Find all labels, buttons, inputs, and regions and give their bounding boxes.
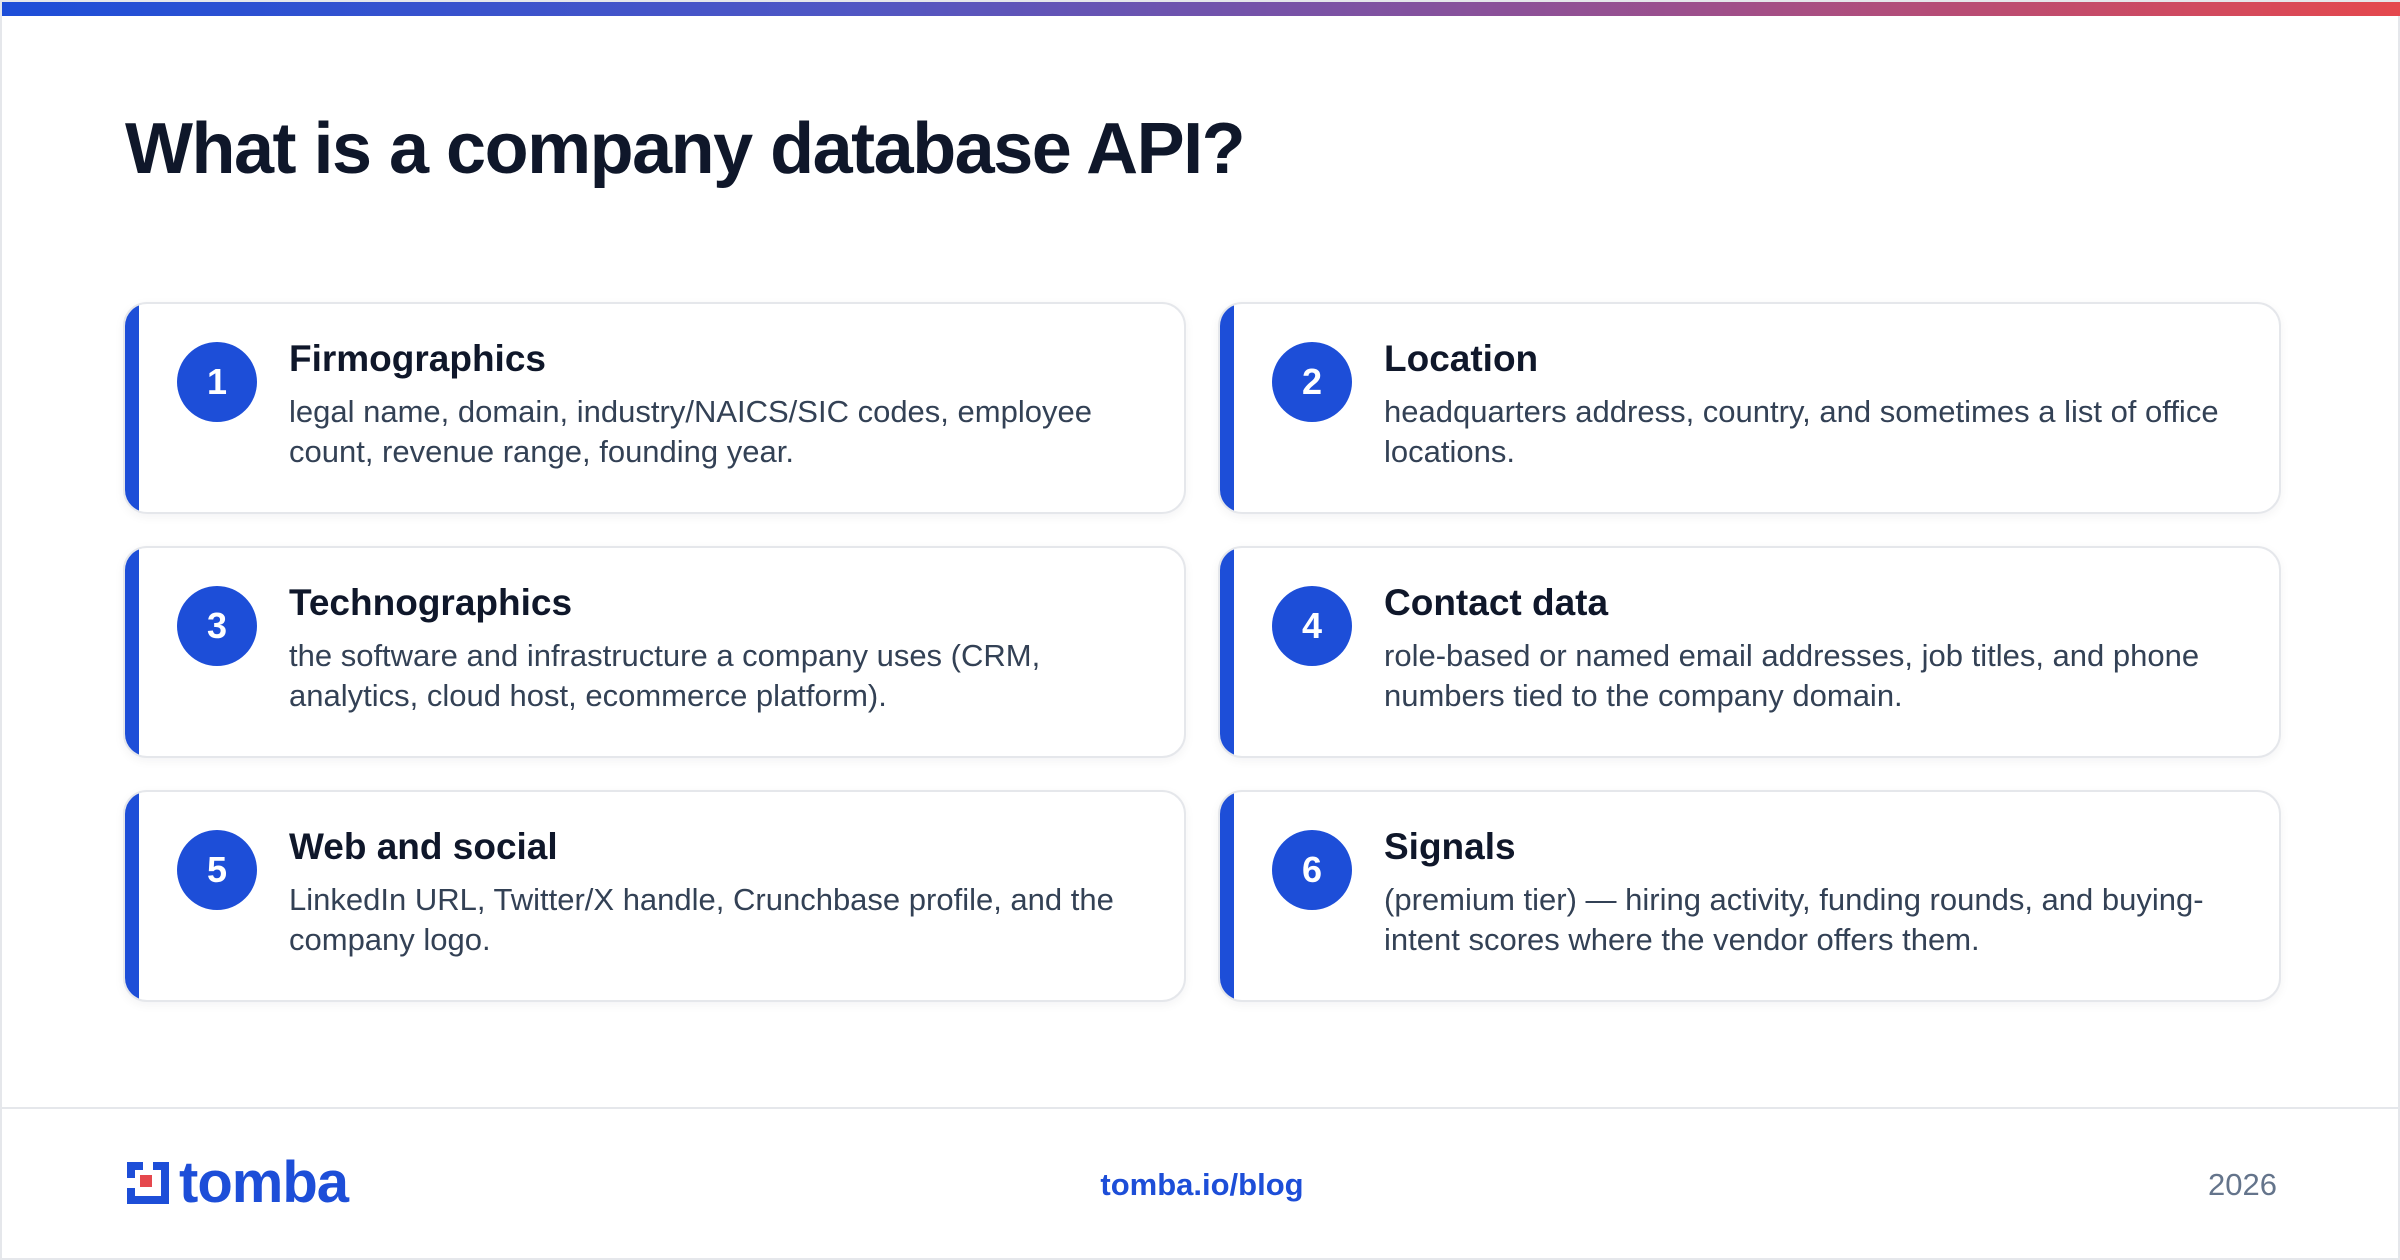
card-title: Web and social (289, 826, 558, 867)
number-badge: 1 (177, 342, 257, 422)
feature-card-contact-data: 4 Contact data role-based or named email… (1218, 546, 2281, 758)
number-badge: 4 (1272, 586, 1352, 666)
page: What is a company database API? 1 Firmog… (0, 0, 2400, 1260)
card-description: (premium tier) — hiring activity, fundin… (1384, 882, 2204, 957)
card-title: Signals (1384, 826, 1516, 867)
number-badge: 6 (1272, 830, 1352, 910)
card-description: LinkedIn URL, Twitter/X handle, Crunchba… (289, 882, 1114, 957)
feature-card-firmographics: 1 Firmographics legal name, domain, indu… (123, 302, 1186, 514)
card-title: Contact data (1384, 582, 1609, 623)
footer-divider (2, 1107, 2400, 1109)
card-description: legal name, domain, industry/NAICS/SIC c… (289, 394, 1092, 469)
card-description: headquarters address, country, and somet… (1384, 394, 2219, 469)
page-title: What is a company database API? (125, 109, 1246, 189)
blog-link[interactable]: tomba.io/blog (2, 1167, 2400, 1203)
feature-card-signals: 6 Signals (premium tier) — hiring activi… (1218, 790, 2281, 1002)
gradient-top-bar (2, 2, 2400, 16)
card-description: role-based or named email addresses, job… (1384, 638, 2200, 713)
card-description: the software and infrastructure a compan… (289, 638, 1041, 713)
number-badge: 2 (1272, 342, 1352, 422)
card-title: Technographics (289, 582, 573, 623)
footer-year: 2026 (2208, 1167, 2277, 1202)
feature-card-location: 2 Location headquarters address, country… (1218, 302, 2281, 514)
number-badge: 5 (177, 830, 257, 910)
card-title: Firmographics (289, 338, 546, 379)
card-title: Location (1384, 338, 1539, 379)
feature-card-technographics: 3 Technographics the software and infras… (123, 546, 1186, 758)
feature-card-web-and-social: 5 Web and social LinkedIn URL, Twitter/X… (123, 790, 1186, 1002)
number-badge: 3 (177, 586, 257, 666)
